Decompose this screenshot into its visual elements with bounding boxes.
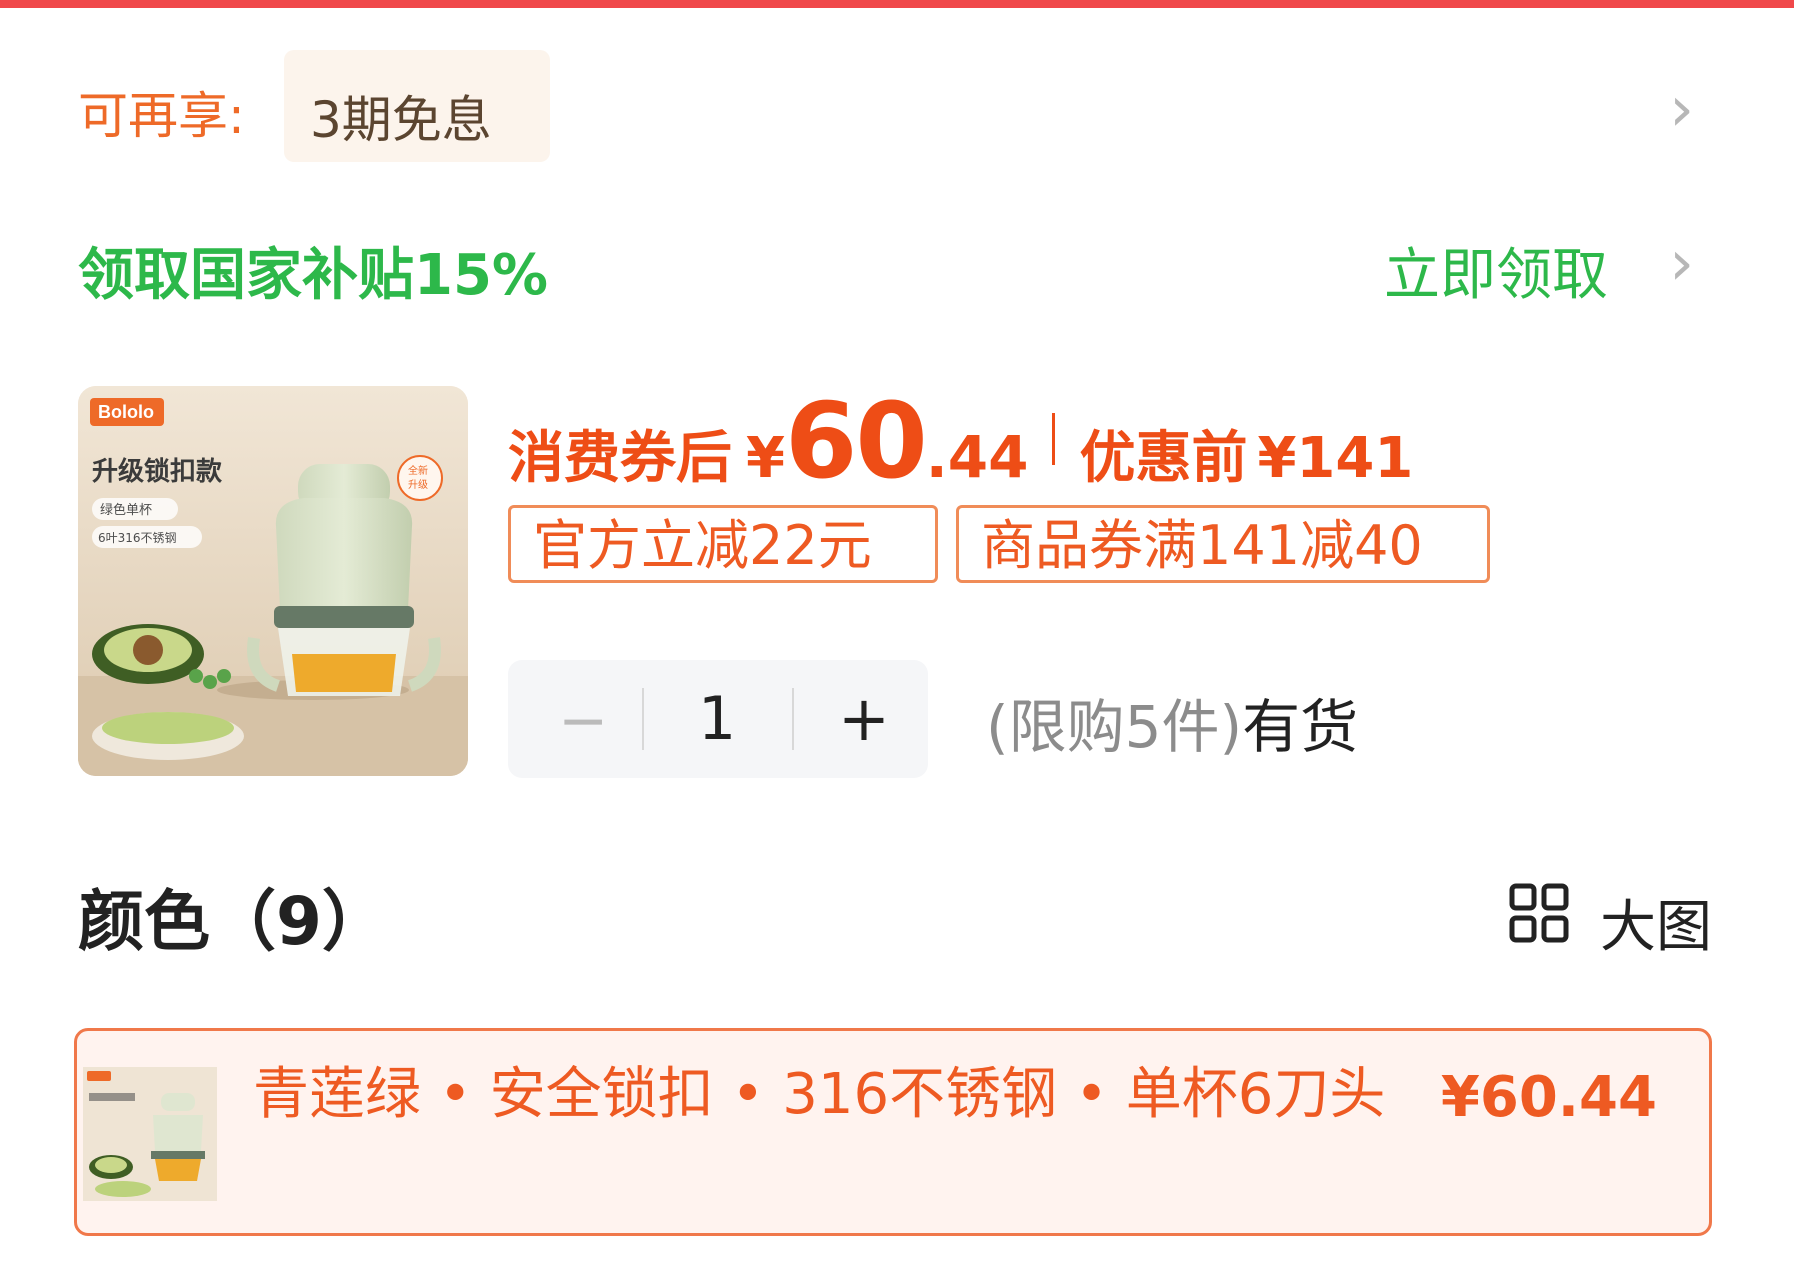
promo-title: 升级锁扣款 xyxy=(92,456,223,487)
top-accent-bar xyxy=(0,0,1794,8)
installment-badge-text: 3期免息 xyxy=(310,91,492,149)
stepper-divider xyxy=(642,688,644,750)
chevron-right-icon[interactable]: › xyxy=(1669,78,1694,140)
installment-badge: 3期免息 xyxy=(284,50,550,162)
price-decimal: .44 xyxy=(925,423,1029,491)
quantity-value[interactable]: 1 xyxy=(698,684,736,754)
promo-subtitle-2: 6叶316不锈钢 xyxy=(98,531,177,545)
before-discount-label: 优惠前 xyxy=(1079,426,1248,491)
stepper-divider xyxy=(792,688,794,750)
stock-status: 有货 xyxy=(1242,693,1359,761)
color-section-title: 颜色（9） xyxy=(78,883,388,960)
grid-view-icon xyxy=(1509,883,1569,943)
stock-info: (限购5件)有货 xyxy=(986,680,1358,764)
currency-symbol: ¥ xyxy=(746,426,785,491)
increase-button[interactable]: + xyxy=(838,682,890,755)
decrease-button[interactable]: − xyxy=(558,686,608,756)
price-line: 消费券后 ¥60.44 优惠前 ¥141 xyxy=(508,380,1413,502)
big-view-label: 大图 xyxy=(1600,895,1712,960)
purchase-limit: (限购5件) xyxy=(986,693,1243,761)
sku-thumbnail xyxy=(83,1067,217,1201)
badge-line-1: 全新 xyxy=(408,464,428,477)
coupon-tag: 商品券满141减40 xyxy=(956,505,1490,583)
sku-name: 青莲绿 • 安全锁扣 • 316不锈钢 • 单杯6刀头 xyxy=(253,1062,1386,1127)
before-discount-price: ¥141 xyxy=(1257,426,1414,491)
chevron-right-icon[interactable]: › xyxy=(1669,232,1694,294)
after-coupon-label: 消费券后 xyxy=(508,426,732,491)
claim-now-link[interactable]: 立即领取 xyxy=(1384,230,1608,311)
product-image[interactable]: Bololo 升级锁扣款 绿色单杯 6叶316不锈钢 全新 升级 xyxy=(78,386,468,776)
badge-line-2: 升级 xyxy=(408,479,428,491)
price-divider xyxy=(1052,413,1056,465)
sku-price: ¥60.44 xyxy=(1440,1065,1657,1130)
installment-row[interactable]: 可再享: 3期免息 › xyxy=(0,40,1794,170)
brand-logo: Bololo xyxy=(98,402,154,422)
sku-option-selected[interactable]: 青莲绿 • 安全锁扣 • 316不锈钢 • 单杯6刀头 ¥60.44 xyxy=(74,1028,1712,1236)
subsidy-text: 领取国家补贴15% xyxy=(78,243,549,308)
discount-tag: 官方立减22元 xyxy=(508,505,938,583)
quantity-stepper: − 1 + xyxy=(508,660,928,778)
price-integer: 60 xyxy=(784,380,928,502)
installment-label: 可再享: xyxy=(78,87,245,145)
subsidy-row[interactable]: 领取国家补贴15% 立即领取 › xyxy=(0,210,1794,330)
promo-subtitle-1: 绿色单杯 xyxy=(100,502,152,518)
